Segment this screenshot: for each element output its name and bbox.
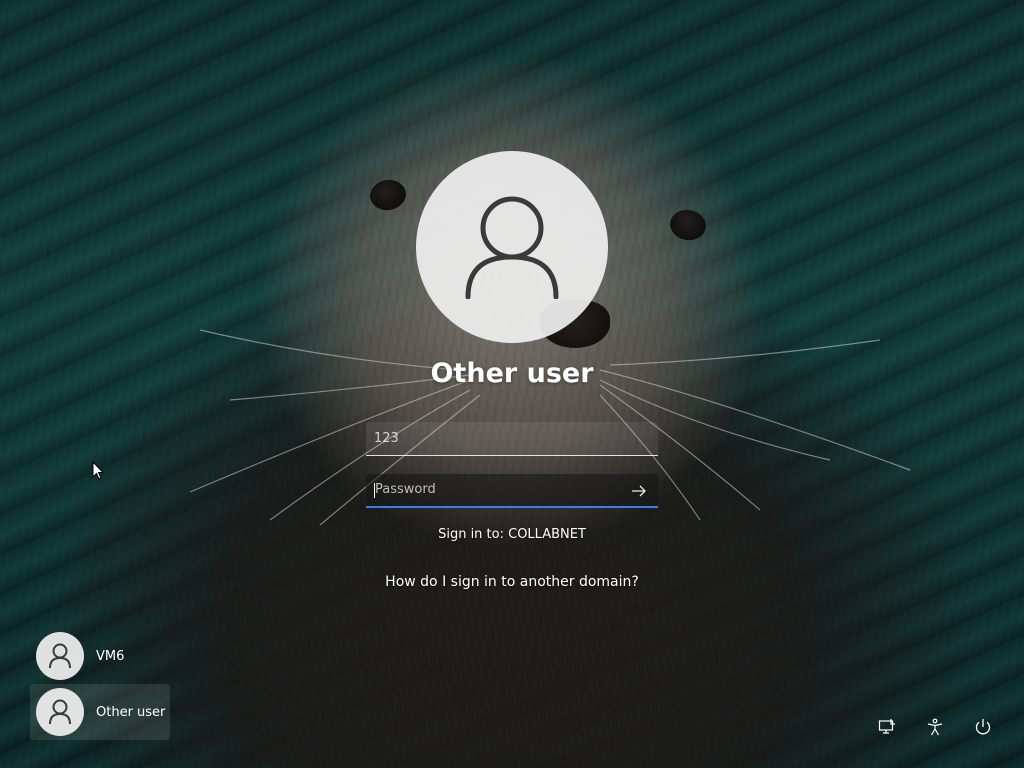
submit-button[interactable]	[628, 480, 650, 502]
mouse-pointer	[92, 460, 105, 485]
user-item-label: Other user	[96, 704, 166, 720]
user-avatar-small	[36, 688, 84, 736]
accessibility-icon	[927, 718, 943, 736]
user-item-label: VM6	[96, 648, 125, 664]
network-button[interactable]	[872, 712, 902, 742]
password-placeholder: Password	[375, 482, 436, 497]
sign-in-domain-text: Sign in to: COLLABNET	[438, 527, 586, 542]
user-icon	[465, 196, 559, 299]
username-value: 123	[374, 431, 399, 446]
cursor-icon	[92, 460, 105, 480]
username-field[interactable]: 123	[366, 422, 658, 456]
user-icon	[49, 643, 71, 669]
power-icon	[975, 719, 991, 735]
user-item-vm6[interactable]: VM6	[30, 628, 170, 684]
user-item-other-user[interactable]: Other user	[30, 684, 170, 740]
system-tray	[872, 712, 998, 742]
user-title: Other user	[430, 358, 594, 389]
user-icon	[49, 699, 71, 725]
domain-help-link[interactable]: How do I sign in to another domain?	[312, 574, 712, 590]
network-icon	[878, 719, 895, 734]
power-button[interactable]	[968, 712, 998, 742]
arrow-right-icon	[632, 485, 646, 497]
password-field[interactable]: Password	[366, 474, 658, 508]
user-avatar-small	[36, 632, 84, 680]
accessibility-button[interactable]	[920, 712, 950, 742]
user-avatar-large	[416, 151, 608, 343]
user-switcher-list: VM6 Other user	[30, 628, 170, 740]
